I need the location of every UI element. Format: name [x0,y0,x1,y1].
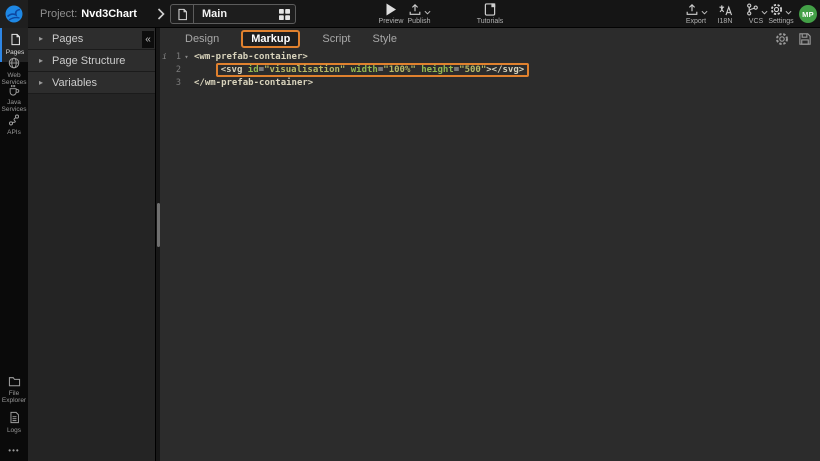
sidebar-item-apis[interactable]: APIs [0,111,28,137]
triangle-right-icon: ▸ [34,34,48,43]
panel-section-label: Variables [52,77,97,89]
code-line[interactable]: i1▾<wm-prefab-container> [160,52,820,62]
tutorials-button[interactable]: Tutorials [468,3,512,27]
code-line[interactable]: 2 <svg id="visualisation" width="100%" h… [160,62,820,78]
editor-settings-button[interactable] [775,32,789,46]
log-file-icon [9,411,20,424]
editor-tab-bar: Design Markup Script Style [160,28,820,50]
code-text: <svg id="visualisation" width="100%" hei… [194,62,529,78]
git-branch-icon [745,3,759,16]
tab-design[interactable]: Design [185,33,219,45]
tab-style[interactable]: Style [373,33,397,45]
line-number: 3 [169,78,181,88]
info-marker-icon: i [160,52,169,62]
export-upload-icon [685,3,699,16]
wavemaker-logo-icon [4,4,24,24]
globe-icon [8,57,20,69]
tutorials-tablet-icon [484,3,496,16]
publish-label: Publish [408,18,431,25]
user-avatar[interactable]: MP [799,5,817,23]
gutter[interactable]: 3 [160,78,194,88]
ellipsis-icon: ••• [8,446,19,455]
i18n-button[interactable]: I18N [708,3,742,27]
chevron-down-icon [785,10,792,15]
sidebar-item-label: Logs [7,427,21,434]
i18n-label: I18N [718,18,733,25]
chevron-right-icon [157,8,165,20]
sidebar-item-java-services[interactable]: Java Services [0,81,28,111]
folder-icon [8,376,21,387]
sidebar-item-label: File Explorer [0,390,28,404]
markup-code-editor[interactable]: i1▾<wm-prefab-container>2 <svg id="visua… [160,50,820,461]
line-number: 2 [169,65,181,75]
sidebar-item-file-explorer[interactable]: File Explorer [0,373,28,403]
top-bar: Project: Nvd3Chart Main [0,0,820,28]
active-page-tab[interactable]: Main [170,4,296,24]
settings-label: Settings [768,18,793,25]
editor-area: Design Markup Script Style i1▾<wm [160,28,820,461]
code-text: </wm-prefab-container> [194,78,313,88]
sidebar-item-label: APIs [7,129,21,136]
project-breadcrumb: Project: Nvd3Chart [40,0,137,28]
code-text: <wm-prefab-container> [194,52,308,62]
save-button[interactable] [798,32,812,46]
left-icon-rail: Pages Web Services Java Services [0,28,28,461]
project-label: Project: [40,8,77,20]
page-file-icon [171,5,194,23]
play-icon [385,3,397,16]
project-name: Nvd3Chart [81,8,137,20]
fold-arrow-icon: ▾ [181,52,192,62]
gutter[interactable]: i1▾ [160,52,194,62]
chevron-down-icon [424,10,431,15]
panel-section-label: Pages [52,33,83,45]
publish-button[interactable]: Publish [397,3,441,27]
tab-markup[interactable]: Markup [241,30,300,48]
code-lines: i1▾<wm-prefab-container>2 <svg id="visua… [160,52,820,88]
sidebar-item-logs[interactable]: Logs [0,408,28,434]
triangle-right-icon: ▸ [34,78,48,87]
chevron-down-icon [701,10,708,15]
settings-button[interactable]: Settings [761,3,801,27]
pages-panel: ▸ Pages ▸ Page Structure ▸ Variables « [28,28,155,461]
page-tab-label: Main [194,8,273,20]
page-switcher-grid-icon[interactable] [273,9,295,20]
sidebar-more-button[interactable]: ••• [0,442,28,458]
line-number: 1 [169,52,181,62]
gutter[interactable]: 2 [160,65,194,75]
scrollbar-thumb[interactable] [157,203,160,247]
brand-logo[interactable] [0,0,28,28]
translate-icon [718,3,733,16]
tutorials-label: Tutorials [477,18,504,25]
panel-section-pages[interactable]: ▸ Pages [28,28,155,50]
panel-section-variables[interactable]: ▸ Variables [28,72,155,94]
highlight-box: <svg id="visualisation" width="100%" hei… [216,63,530,77]
wavemaker-studio-window: Project: Nvd3Chart Main [0,0,820,461]
triangle-right-icon: ▸ [34,56,48,65]
sidebar-item-web-services[interactable]: Web Services [0,54,28,84]
gear-icon [770,3,783,16]
panel-section-label: Page Structure [52,55,125,67]
connector-icon [8,114,20,126]
coffee-cup-icon [8,84,20,96]
tab-script[interactable]: Script [322,33,350,45]
panel-scrollbar[interactable] [155,28,160,461]
publish-upload-icon [408,3,422,16]
pages-icon [10,33,21,46]
panel-collapse-button[interactable]: « [142,31,154,48]
code-line[interactable]: 3 </wm-prefab-container> [160,78,820,88]
export-label: Export [686,18,706,25]
panel-section-page-structure[interactable]: ▸ Page Structure [28,50,155,72]
